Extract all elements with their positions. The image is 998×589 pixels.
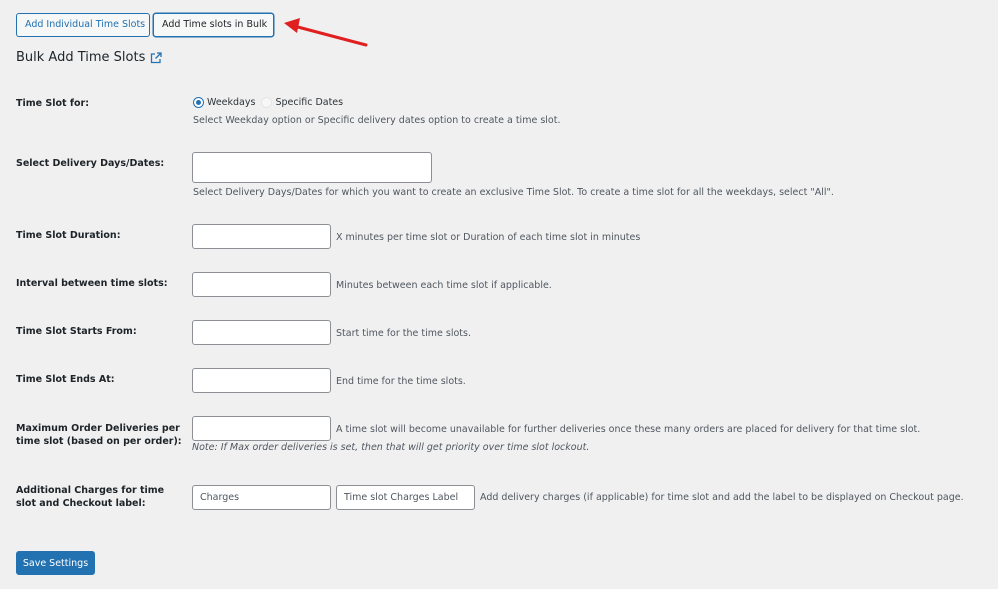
section-title-text: Bulk Add Time Slots [16,50,146,65]
additional-charges-description: Add delivery charges (if applicable) for… [480,492,964,503]
ends-at-input[interactable] [192,368,331,393]
starts-from-label: Time Slot Starts From: [16,326,137,337]
max-orders-label: Maximum Order Deliveries per time slot (… [16,422,182,448]
tab-add-individual-time-slots[interactable]: Add Individual Time Slots [16,13,150,37]
specific-dates-radio-label[interactable]: Specific Dates [275,97,343,108]
max-orders-label-line1: Maximum Order Deliveries per [16,423,180,434]
starts-from-description: Start time for the time slots. [336,328,471,339]
max-orders-note: Note: If Max order deliveries is set, th… [192,442,590,453]
weekdays-radio[interactable] [193,97,204,108]
starts-from-input[interactable] [192,320,331,345]
tab-bar: Add Individual Time Slots Add Time slots… [16,13,274,37]
interval-input[interactable] [192,272,331,297]
additional-charges-label-line1: Additional Charges for time [16,485,165,496]
interval-description: Minutes between each time slot if applic… [336,280,552,291]
additional-charges-label-line2: slot and Checkout label: [16,498,146,509]
ends-at-description: End time for the time slots. [336,376,466,387]
tab-add-time-slots-in-bulk[interactable]: Add Time slots in Bulk [153,13,274,37]
time-slot-for-radio-group: Weekdays Specific Dates [193,97,343,108]
additional-charges-label: Additional Charges for time slot and Che… [16,484,164,510]
max-orders-input[interactable] [192,416,331,441]
charges-input[interactable] [192,485,331,510]
duration-description: X minutes per time slot or Duration of e… [336,232,641,243]
red-arrow-annotation [284,18,368,47]
save-settings-button[interactable]: Save Settings [16,551,95,575]
duration-label: Time Slot Duration: [16,230,121,241]
interval-label: Interval between time slots: [16,278,168,289]
time-slot-for-label: Time Slot for: [16,98,90,109]
max-orders-description: A time slot will become unavailable for … [336,424,921,435]
delivery-days-description: Select Delivery Days/Dates for which you… [193,187,834,198]
weekdays-radio-label[interactable]: Weekdays [207,97,255,108]
max-orders-label-line2: time slot (based on per order): [16,436,182,447]
charges-label-input[interactable] [336,485,475,510]
duration-input[interactable] [192,224,331,249]
specific-dates-radio[interactable] [261,97,273,108]
ends-at-label: Time Slot Ends At: [16,374,115,385]
time-slot-for-description: Select Weekday option or Specific delive… [193,115,561,126]
delivery-days-label: Select Delivery Days/Dates: [16,158,165,169]
section-title: Bulk Add Time Slots [16,50,163,65]
delivery-days-select[interactable] [192,152,432,183]
external-link-icon[interactable] [150,51,163,64]
